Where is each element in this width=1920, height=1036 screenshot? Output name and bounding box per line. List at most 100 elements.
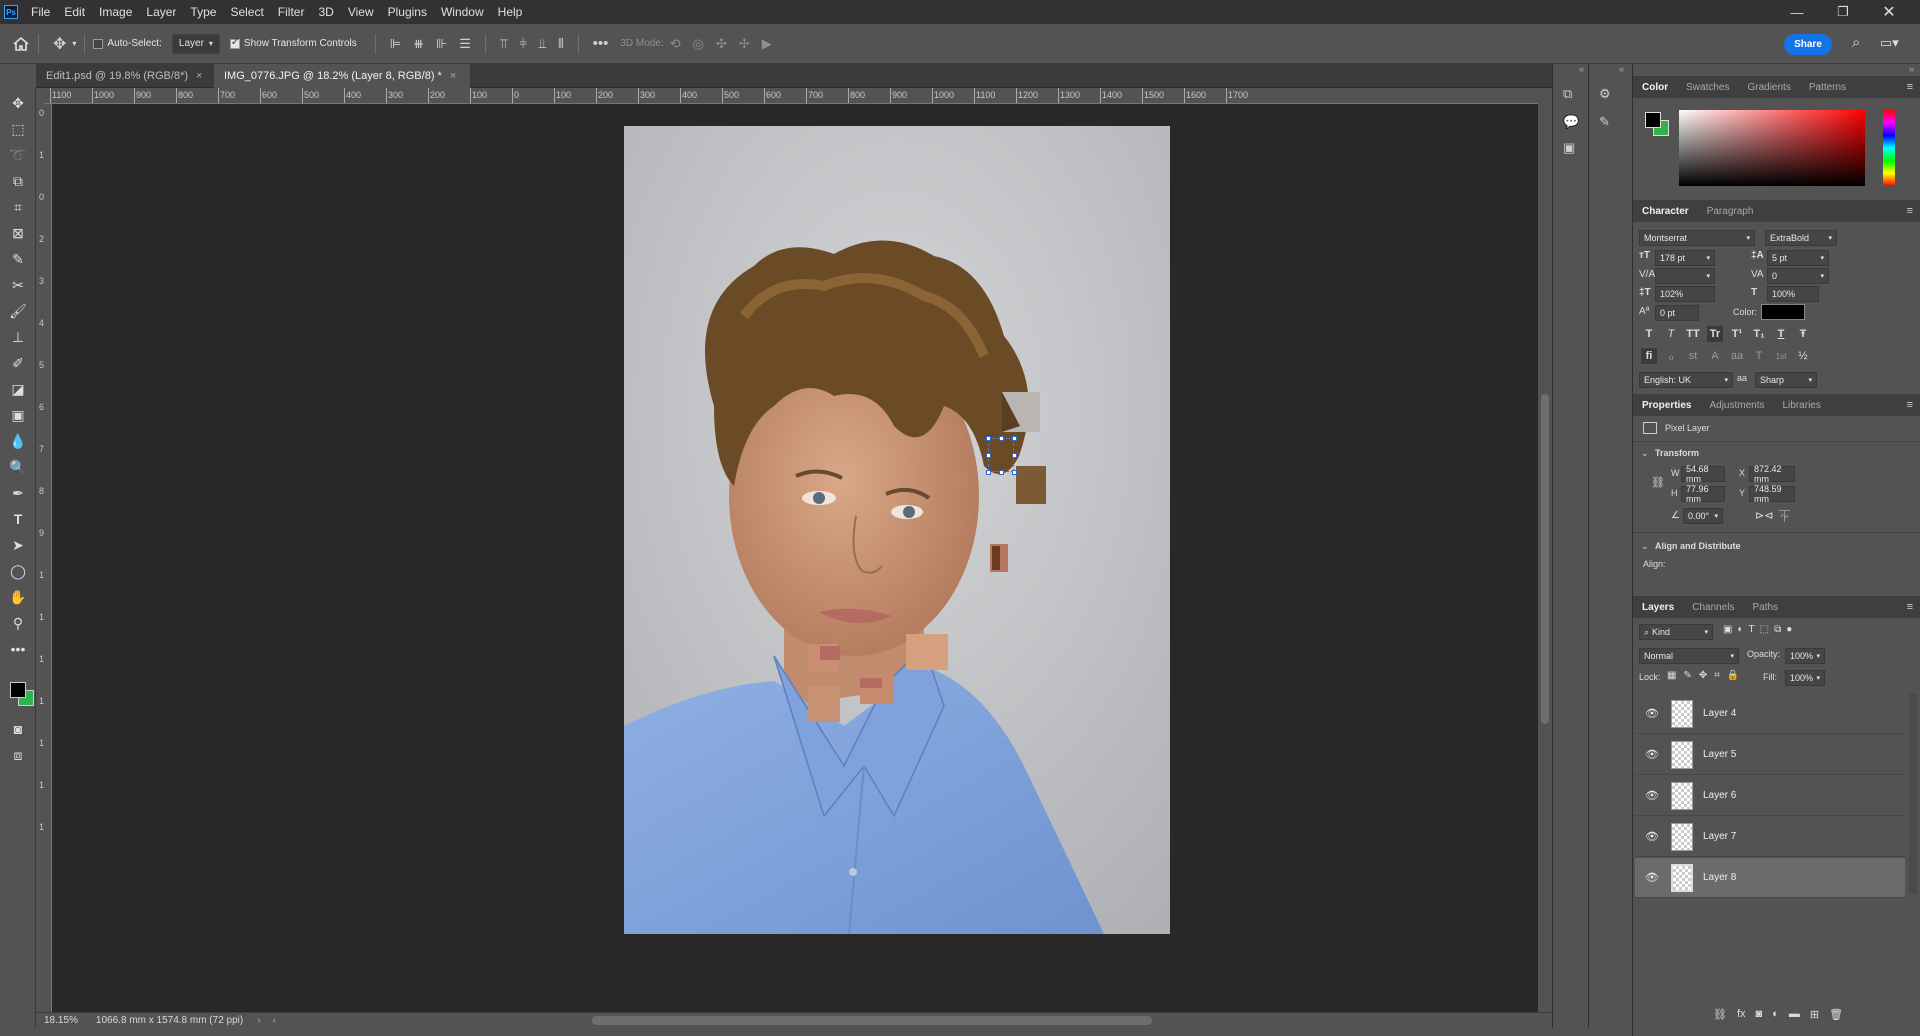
3d-orbit-icon[interactable]: ⟲	[670, 36, 681, 52]
filter-pixel-icon[interactable]: ▣	[1723, 624, 1732, 635]
more-options-icon[interactable]: •••	[593, 35, 609, 52]
filter-smart-object-icon[interactable]: ⧉	[1774, 624, 1781, 635]
new-layer-icon[interactable]: ⊞	[1810, 1008, 1819, 1021]
brush-settings-icon[interactable]: ✎	[1599, 114, 1610, 130]
quick-mask-icon[interactable]: ◙	[6, 718, 30, 740]
discretionary-ligatures-button[interactable]: st	[1685, 348, 1701, 364]
auto-select-target-dropdown[interactable]: Layer ▾	[171, 33, 220, 54]
share-button[interactable]: Share	[1784, 34, 1832, 55]
stylistic-alternates-button[interactable]: aa	[1729, 348, 1745, 364]
minimize-icon[interactable]: —	[1774, 0, 1820, 24]
layer-filter-select[interactable]: ⌕ Kind ▾	[1639, 624, 1713, 640]
transform-handle[interactable]	[1012, 436, 1017, 441]
tab-img0776[interactable]: IMG_0776.JPG @ 18.2% (Layer 8, RGB/8) * ×	[214, 64, 470, 88]
visibility-eye-icon[interactable]: 👁	[1641, 830, 1663, 843]
ellipse-tool-icon[interactable]: ◯	[6, 560, 30, 582]
close-window-icon[interactable]: ✕	[1866, 0, 1912, 24]
menu-window[interactable]: Window	[434, 0, 491, 24]
leading-input[interactable]: 5 pt ▾	[1767, 250, 1829, 266]
filter-adjustment-icon[interactable]: ◐	[1737, 624, 1743, 635]
font-style-select[interactable]: ExtraBold ▾	[1765, 230, 1837, 246]
align-left-icon[interactable]: ⊫	[390, 36, 401, 52]
flip-vertical-icon[interactable]: ⏇	[1779, 508, 1790, 524]
tab-swatches[interactable]: Swatches	[1677, 76, 1738, 98]
menu-plugins[interactable]: Plugins	[381, 0, 434, 24]
dodge-tool-icon[interactable]: 🔍	[6, 456, 30, 478]
menu-type[interactable]: Type	[183, 0, 223, 24]
lock-artboard-icon[interactable]: ⌗	[1714, 670, 1720, 681]
adjustment-layer-icon[interactable]: ◐	[1772, 1008, 1779, 1021]
horizontal-scale-input[interactable]: 100%	[1767, 286, 1819, 302]
visibility-eye-icon[interactable]: 👁	[1641, 789, 1663, 802]
frame-tool-icon[interactable]: ⊠	[6, 222, 30, 244]
distribute-icon[interactable]: ☰	[459, 36, 471, 52]
tab-properties[interactable]: Properties	[1633, 394, 1700, 416]
move-tool-icon[interactable]: ✥	[6, 92, 30, 114]
menu-select[interactable]: Select	[223, 0, 270, 24]
width-input[interactable]: 54.68 mm	[1681, 464, 1725, 484]
blur-tool-icon[interactable]: 💧	[6, 430, 30, 452]
zoom-level[interactable]: 18.15%	[44, 1015, 78, 1026]
canvas-area[interactable]	[52, 104, 1538, 1012]
foreground-color-swatch[interactable]	[10, 682, 26, 698]
flip-horizontal-icon[interactable]: ⊳⊲	[1755, 509, 1773, 522]
history-panel-icon[interactable]: ⧉	[1563, 86, 1572, 102]
3d-scale-icon[interactable]: ▶	[762, 36, 772, 52]
crop-tool-icon[interactable]: ⌗	[6, 196, 30, 218]
layer-style-icon[interactable]: fx	[1737, 1008, 1746, 1021]
angle-input[interactable]: 0.00° ▾	[1683, 508, 1723, 524]
eyedropper-icon[interactable]: ✎	[6, 248, 30, 270]
collapse-dock-icon[interactable]: »	[1909, 64, 1914, 74]
tab-color[interactable]: Color	[1633, 76, 1677, 98]
gradient-tool-icon[interactable]: ▣	[6, 404, 30, 426]
hand-tool-icon[interactable]: ✋	[6, 586, 30, 608]
tracking-input[interactable]: 0 ▾	[1767, 268, 1829, 284]
collapse-arrows-icon[interactable]: «	[1579, 64, 1584, 74]
panel-menu-icon[interactable]: ≡	[1907, 205, 1913, 217]
superscript-button[interactable]: T¹	[1729, 326, 1745, 342]
layer-row-7[interactable]: 👁 Layer 7	[1635, 817, 1905, 857]
align-right-icon[interactable]: ⊪	[436, 36, 447, 52]
menu-edit[interactable]: Edit	[57, 0, 92, 24]
faux-italic-button[interactable]: T	[1663, 326, 1679, 342]
eraser-icon[interactable]: ◪	[6, 378, 30, 400]
tab-patterns[interactable]: Patterns	[1800, 76, 1855, 98]
brush-tool-icon[interactable]: 🖌	[6, 300, 30, 322]
transform-handle[interactable]	[1012, 470, 1017, 475]
font-family-select[interactable]: Montserrat ▾	[1639, 230, 1755, 246]
transform-bounding-box[interactable]	[986, 436, 1017, 475]
zoom-tool-icon[interactable]: ⚲	[6, 612, 30, 634]
opacity-input[interactable]: 100% ▾	[1785, 648, 1825, 664]
ordinals-button[interactable]: 1st	[1773, 348, 1789, 364]
search-icon[interactable]: ⌕	[1852, 34, 1860, 51]
vertical-scrollbar[interactable]	[1538, 104, 1552, 1012]
lock-all-icon[interactable]: 🔒	[1727, 670, 1739, 681]
edit-toolbar-icon[interactable]: •••	[6, 638, 30, 660]
collapse-arrows-icon[interactable]: «	[1619, 64, 1624, 74]
status-expand-icon[interactable]: ›	[257, 1015, 260, 1026]
tab-paths[interactable]: Paths	[1744, 596, 1788, 618]
menu-layer[interactable]: Layer	[139, 0, 183, 24]
align-collapse-icon[interactable]: ⌄	[1641, 541, 1649, 552]
lock-pixels-icon[interactable]: ✎	[1683, 670, 1691, 681]
tab-libraries[interactable]: Libraries	[1774, 394, 1830, 416]
marquee-tool-icon[interactable]: ⬚	[6, 118, 30, 140]
layer-row-4[interactable]: 👁 Layer 4	[1635, 694, 1905, 734]
transform-handle[interactable]	[999, 470, 1004, 475]
3d-roll-icon[interactable]: ◎	[693, 36, 704, 52]
filter-shape-icon[interactable]: ⬚	[1760, 624, 1769, 635]
panel-menu-icon[interactable]: ≡	[1907, 81, 1913, 93]
all-caps-button[interactable]: TT	[1685, 326, 1701, 342]
align-bottom-icon[interactable]: ⫫	[539, 36, 546, 52]
ligatures-button[interactable]: fi	[1641, 348, 1657, 364]
type-tool-icon[interactable]: T	[6, 508, 30, 530]
menu-file[interactable]: File	[24, 0, 57, 24]
layers-scrollbar[interactable]	[1909, 694, 1917, 894]
pen-tool-icon[interactable]: ✒	[6, 482, 30, 504]
home-icon[interactable]	[12, 24, 30, 64]
link-dimensions-icon[interactable]: ⛓	[1651, 476, 1665, 489]
properties-toggle-icon[interactable]: ⚙	[1599, 86, 1611, 102]
menu-3d[interactable]: 3D	[311, 0, 340, 24]
close-tab-icon[interactable]: ×	[450, 70, 456, 82]
distribute-vertical-icon[interactable]: ⫴	[558, 36, 563, 52]
